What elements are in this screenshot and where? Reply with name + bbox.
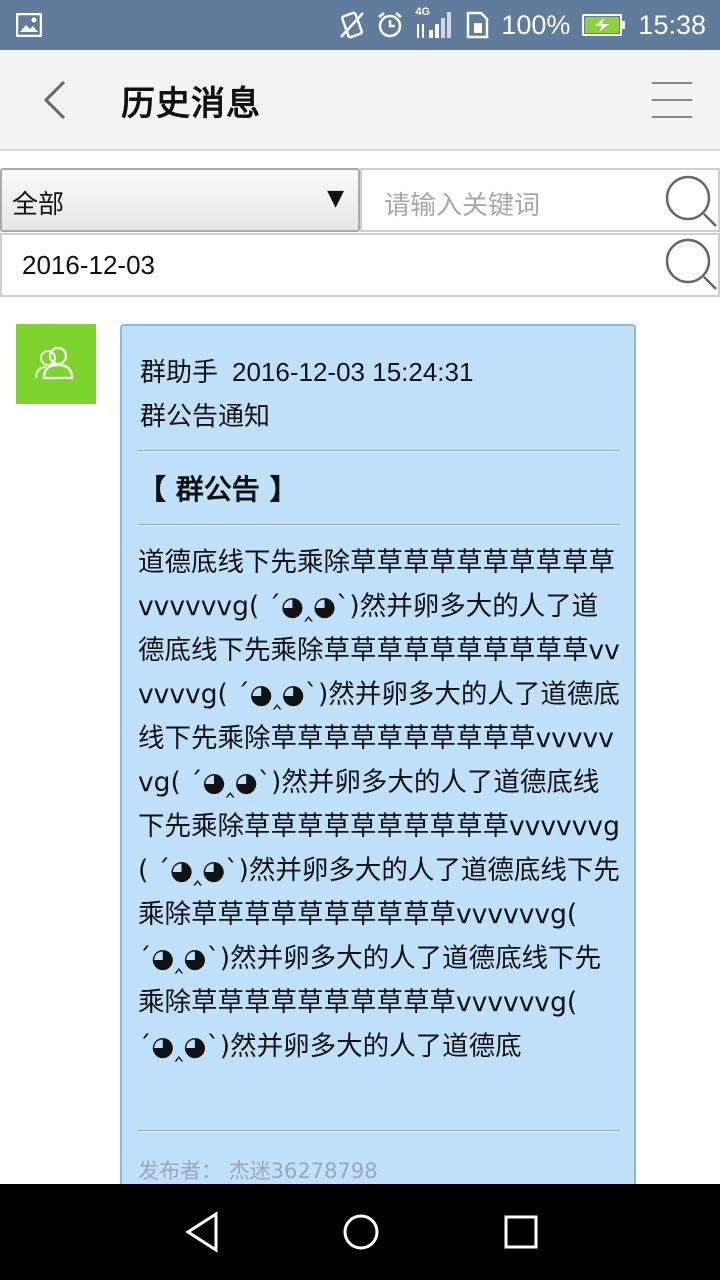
- status-bar: 4G 100% 15:38: [0, 0, 720, 50]
- home-icon[interactable]: [337, 1210, 385, 1254]
- divider: [138, 1130, 620, 1132]
- message-subject: 群公告通知: [140, 402, 271, 432]
- publisher: 发布者： 杰迷36278798: [138, 1159, 378, 1183]
- date-input[interactable]: 2016-12-03: [0, 233, 720, 297]
- navigation-bar: [0, 1184, 720, 1280]
- vibrate-icon: [340, 11, 365, 39]
- announcement-title: 【 群公告 】: [138, 473, 298, 506]
- back-icon[interactable]: [24, 70, 84, 130]
- date-filter: 2016-12-03: [0, 233, 720, 297]
- sender-name: 群助手: [140, 358, 219, 388]
- signal-icon: 4G: [415, 6, 453, 40]
- back-nav-icon[interactable]: [178, 1210, 226, 1254]
- dropdown-arrow-icon: ▼: [327, 186, 344, 211]
- filter-bar: 全部 ▼ 请输入关键词: [0, 168, 720, 232]
- category-select[interactable]: 全部 ▼: [0, 168, 360, 232]
- search-icon[interactable]: [660, 170, 720, 232]
- battery-charging-icon: [582, 14, 626, 36]
- avatar[interactable]: [16, 324, 96, 404]
- divider: [138, 524, 620, 526]
- category-value: 全部: [12, 190, 65, 220]
- battery-percent: 100%: [501, 9, 571, 40]
- announcement-body: 道德底线下先乘除草草草草草草草草草草vvvvvvg( ´◕‸◕`)然并卵多大的人…: [138, 547, 620, 1062]
- gallery-icon: [16, 13, 42, 37]
- message-timestamp: 2016-12-03 15:24:31: [232, 357, 474, 387]
- sim-icon: [467, 11, 489, 39]
- divider: [138, 450, 620, 452]
- message-meta: 群助手 2016-12-03 15:24:31 群公告通知: [140, 350, 473, 439]
- group-icon: [35, 346, 74, 380]
- alarm-icon: [378, 12, 403, 38]
- message-bubble[interactable]: 群助手 2016-12-03 15:24:31 群公告通知 【 群公告 】 道德底…: [120, 324, 636, 1204]
- menu-icon[interactable]: [648, 78, 696, 122]
- keyword-input[interactable]: 请输入关键词: [360, 168, 720, 232]
- recents-icon[interactable]: [497, 1210, 545, 1254]
- date-value: 2016-12-03: [22, 250, 155, 280]
- keyword-placeholder: 请输入关键词: [384, 191, 541, 221]
- page-title: 历史消息: [121, 84, 261, 124]
- title-bar: 历史消息: [0, 50, 720, 151]
- clock: 15:38: [638, 9, 706, 40]
- date-search-icon[interactable]: [660, 235, 720, 297]
